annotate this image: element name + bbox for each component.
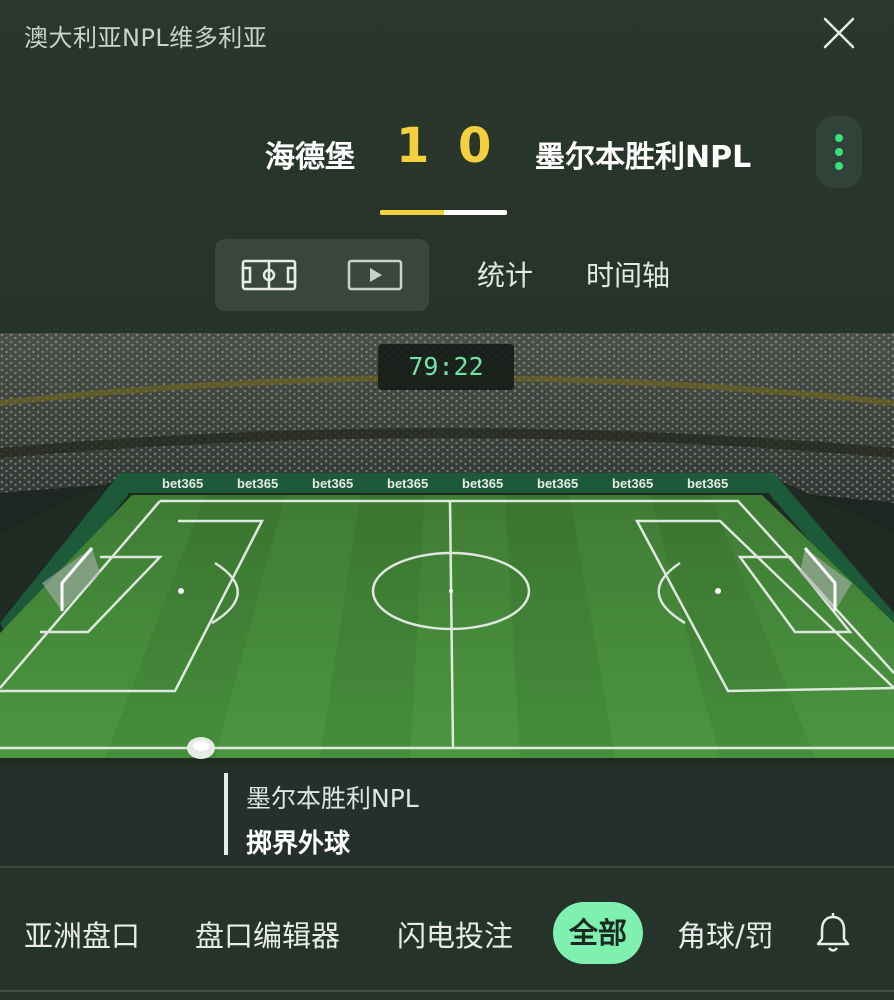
more-vertical-icon xyxy=(835,134,843,142)
close-button[interactable] xyxy=(818,12,860,54)
match-header: 澳大利亚NPL维多利亚 海德堡 1 0 墨尔本胜利NPL 统计 时间轴 xyxy=(0,0,894,333)
match-clock: 79:22 xyxy=(378,344,514,390)
match-progress-bar xyxy=(380,210,507,215)
away-score: 0 xyxy=(458,118,492,174)
sponsor-board-text: bet365 xyxy=(387,476,428,491)
tab-flash-bet[interactable]: 闪电投注 xyxy=(397,913,513,955)
bell-icon xyxy=(816,913,850,952)
event-team: 墨尔本胜利NPL xyxy=(246,784,419,813)
sponsor-board-text: bet365 xyxy=(537,476,578,491)
event-card: 墨尔本胜利NPL 掷界外球 xyxy=(224,773,419,859)
more-dot xyxy=(835,162,843,170)
more-dot xyxy=(835,148,843,156)
pitch-icon xyxy=(241,259,297,291)
bottom-divider xyxy=(0,990,894,992)
stadium-graphic: bet365 bet365 bet365 bet365 bet365 bet365 bet3… xyxy=(0,333,894,763)
tab-asian-handicap[interactable]: 亚洲盘口 xyxy=(24,913,140,955)
match-tracker-pitch: bet365 bet365 bet365 bet365 bet365 bet365 bet3… xyxy=(0,333,894,868)
notifications-button[interactable] xyxy=(813,911,853,955)
tab-all[interactable]: 全部 xyxy=(553,902,643,964)
pitch-view-button[interactable] xyxy=(241,257,297,293)
play-icon xyxy=(347,259,403,291)
away-team-name: 墨尔本胜利NPL xyxy=(535,140,752,175)
sponsor-board-text: bet365 xyxy=(687,476,728,491)
market-tabs: 亚洲盘口 盘口编辑器 闪电投注 全部 角球/罚 xyxy=(0,868,894,1000)
close-icon xyxy=(823,17,855,49)
view-toggle xyxy=(215,239,429,311)
match-progress-fill xyxy=(380,210,444,215)
sponsor-board-text: bet365 xyxy=(462,476,503,491)
video-view-button[interactable] xyxy=(347,257,403,293)
home-team-name: 海德堡 xyxy=(265,140,355,175)
sponsor-board-text: bet365 xyxy=(237,476,278,491)
sponsor-board-text: bet365 xyxy=(612,476,653,491)
event-name: 掷界外球 xyxy=(246,829,351,859)
tab-stats[interactable]: 统计 xyxy=(477,254,533,294)
tab-timeline[interactable]: 时间轴 xyxy=(586,254,670,294)
tab-corners[interactable]: 角球/罚 xyxy=(677,913,775,955)
home-score: 1 xyxy=(396,118,430,174)
ball-icon xyxy=(187,737,215,759)
more-options-button[interactable] xyxy=(816,116,862,188)
sponsor-board-text: bet365 xyxy=(312,476,353,491)
tab-bet-builder[interactable]: 盘口编辑器 xyxy=(195,913,340,955)
sponsor-board-text: bet365 xyxy=(162,476,203,491)
league-title: 澳大利亚NPL维多利亚 xyxy=(24,24,268,52)
